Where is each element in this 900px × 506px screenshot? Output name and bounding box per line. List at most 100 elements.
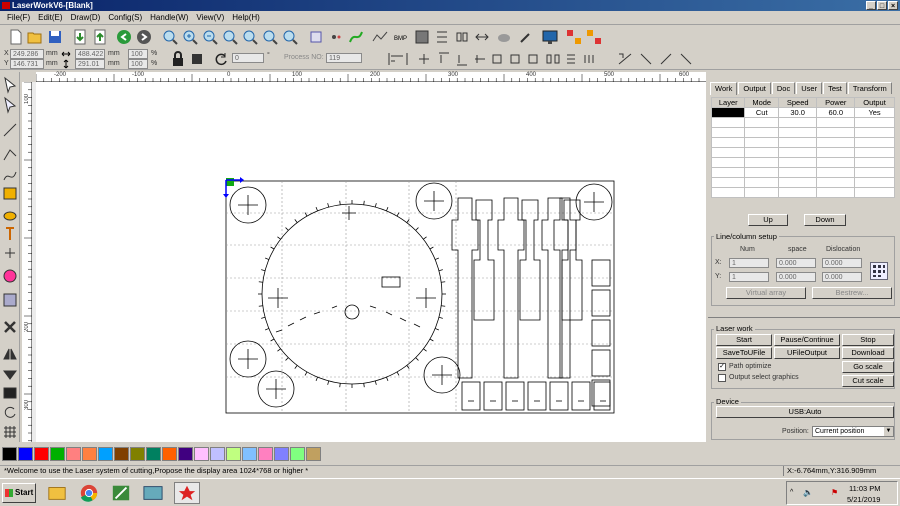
palette-swatch[interactable]	[146, 447, 161, 461]
palette-swatch[interactable]	[178, 447, 193, 461]
position-select[interactable]: Current position ▼	[812, 426, 894, 437]
node-edit-icon[interactable]	[328, 29, 344, 45]
lock-ratio-icon[interactable]	[170, 51, 186, 67]
y-position-field[interactable]: 146.731	[10, 59, 44, 69]
open-folder-icon[interactable]	[27, 29, 43, 45]
tab-work[interactable]: Work	[710, 82, 738, 95]
x-num-field[interactable]: 1	[729, 258, 769, 268]
palette-swatch[interactable]	[194, 447, 209, 461]
palette-swatch[interactable]	[306, 447, 321, 461]
mirror-icon[interactable]	[454, 29, 470, 45]
palette-swatch[interactable]	[242, 447, 257, 461]
palette-swatch[interactable]	[98, 447, 113, 461]
app-green-icon[interactable]	[108, 482, 134, 504]
start-button[interactable]: Start	[716, 334, 772, 346]
virtual-array-button[interactable]: Virtual array	[726, 287, 806, 299]
x-space-field[interactable]: 0.000	[776, 258, 816, 268]
menu-file[interactable]: File(F)	[3, 13, 34, 22]
palette-swatch[interactable]	[18, 447, 33, 461]
magic-icon[interactable]	[518, 29, 534, 45]
menu-view[interactable]: View(V)	[192, 13, 228, 22]
width-field[interactable]: 488.422	[75, 49, 105, 59]
palette-swatch[interactable]	[290, 447, 305, 461]
distribute-icon[interactable]	[474, 29, 490, 45]
palette-swatch[interactable]	[162, 447, 177, 461]
close-button[interactable]: ×	[888, 1, 898, 10]
zoom-fit-icon[interactable]	[262, 29, 278, 45]
menu-edit[interactable]: Edit(E)	[34, 13, 66, 22]
scale-y-field[interactable]: 100	[128, 59, 148, 69]
apply-size-icon[interactable]	[189, 51, 205, 67]
palette-swatch[interactable]	[258, 447, 273, 461]
tab-user[interactable]: User	[796, 82, 823, 94]
zoom-page-icon[interactable]	[222, 29, 238, 45]
x-dislocation-field[interactable]: 0.000	[822, 258, 862, 268]
x-position-field[interactable]: 249.286	[10, 49, 44, 59]
chevron-up-icon[interactable]: ^	[790, 489, 793, 496]
explorer-icon[interactable]	[44, 482, 70, 504]
go-scale-button[interactable]: Go scale	[842, 361, 894, 373]
stop-button[interactable]: Stop	[842, 334, 894, 346]
monitor-icon[interactable]	[542, 29, 558, 45]
minimize-button[interactable]: _	[866, 1, 876, 10]
palette-swatch[interactable]	[274, 447, 289, 461]
layout2-icon[interactable]	[586, 29, 602, 45]
rotate-angle-field[interactable]: 0	[232, 53, 264, 63]
process-no-field[interactable]: 119	[326, 53, 362, 63]
palette-swatch[interactable]	[34, 447, 49, 461]
network-icon[interactable]: ⚑	[831, 488, 838, 497]
zoom-in-icon[interactable]	[182, 29, 198, 45]
scale-x-field[interactable]: 100	[128, 49, 148, 59]
select-rect-icon[interactable]	[308, 29, 324, 45]
start-button[interactable]: Start	[2, 483, 36, 503]
smooth-icon[interactable]	[348, 29, 364, 45]
tab-transform[interactable]: Transform	[847, 82, 892, 94]
new-file-icon[interactable]	[8, 29, 24, 45]
palette-swatch[interactable]	[50, 447, 65, 461]
undo-icon[interactable]	[116, 29, 132, 45]
usb-device-button[interactable]: USB:Auto	[716, 406, 894, 418]
rotate-icon[interactable]	[213, 51, 229, 67]
palette-swatch[interactable]	[114, 447, 129, 461]
import-icon[interactable]	[72, 29, 88, 45]
layer-down-button[interactable]: Down	[804, 214, 846, 226]
export-icon[interactable]	[92, 29, 108, 45]
menu-handle[interactable]: Handle(W)	[146, 13, 192, 22]
tab-doc[interactable]: Doc	[771, 82, 796, 94]
zoom-out-icon[interactable]	[202, 29, 218, 45]
design-drawing[interactable]	[36, 82, 706, 442]
palette-swatch[interactable]	[210, 447, 225, 461]
save-icon[interactable]	[47, 29, 63, 45]
tab-test[interactable]: Test	[823, 82, 847, 94]
path-optimize-checkbox[interactable]: ✓	[718, 363, 726, 371]
array-grid-icon[interactable]	[870, 262, 888, 280]
pause-continue-button[interactable]: Pause/Continue	[774, 334, 840, 346]
zoom-all-icon[interactable]	[242, 29, 258, 45]
palette-swatch[interactable]	[130, 447, 145, 461]
curve-icon[interactable]	[372, 29, 388, 45]
speaker-icon[interactable]: 🔈	[803, 488, 813, 497]
photo-viewer-icon[interactable]	[140, 482, 166, 504]
palette-swatch[interactable]	[66, 447, 81, 461]
save-to-ufile-button[interactable]: SaveToUFile	[716, 347, 772, 359]
menu-help[interactable]: Help(H)	[228, 13, 264, 22]
zoom-select-icon[interactable]	[162, 29, 178, 45]
frame-icon[interactable]	[414, 29, 430, 45]
height-field[interactable]: 291.01	[75, 59, 105, 69]
align-icon[interactable]	[434, 29, 450, 45]
output-select-checkbox[interactable]	[718, 374, 726, 382]
zoom-data-icon[interactable]	[282, 29, 298, 45]
cut-scale-button[interactable]: Cut scale	[842, 375, 894, 387]
download-button[interactable]: Download	[842, 347, 894, 359]
y-space-field[interactable]: 0.000	[776, 272, 816, 282]
layout-icon[interactable]	[566, 29, 582, 45]
maximize-button[interactable]: □	[877, 1, 887, 10]
chrome-icon[interactable]	[76, 482, 102, 504]
bmp-icon[interactable]: BMP	[394, 29, 410, 45]
cloud-icon[interactable]	[496, 29, 512, 45]
drawing-canvas[interactable]	[36, 82, 706, 442]
palette-swatch[interactable]	[2, 447, 17, 461]
palette-swatch[interactable]	[82, 447, 97, 461]
chevron-down-icon[interactable]: ▼	[884, 427, 893, 436]
palette-swatch[interactable]	[226, 447, 241, 461]
